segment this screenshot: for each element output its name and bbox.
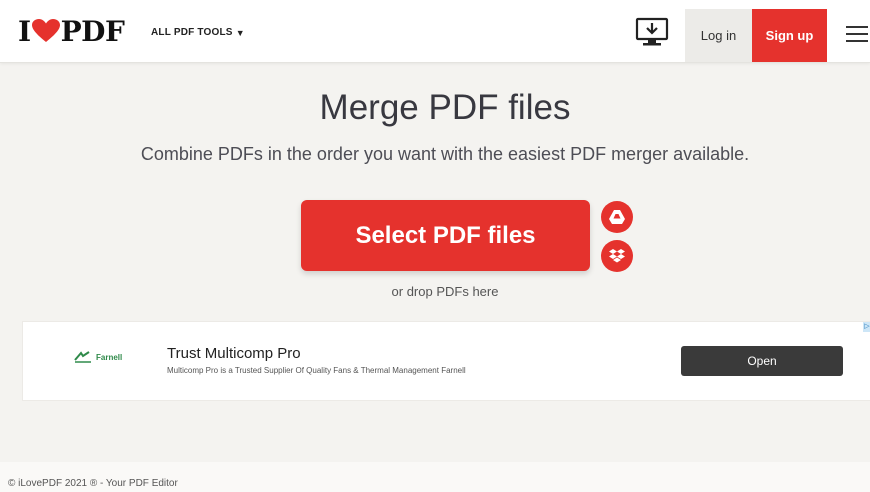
farnell-logo-icon [74, 351, 91, 363]
heart-icon [31, 19, 60, 42]
ad-open-label: Open [747, 354, 777, 368]
dropbox-button[interactable] [601, 240, 633, 272]
ad-title[interactable]: Trust Multicomp Pro [167, 345, 301, 362]
logo-word: PDF [60, 14, 125, 48]
ad-open-button[interactable]: Open [681, 346, 843, 376]
select-pdf-files-label: Select PDF files [355, 221, 536, 249]
signup-button[interactable]: Sign up [752, 9, 827, 62]
login-label: Log in [700, 28, 737, 43]
hamburger-menu-icon[interactable] [846, 26, 868, 42]
desktop-download-icon[interactable] [635, 17, 669, 47]
page-title: Merge PDF files [319, 88, 571, 127]
all-pdf-tools-menu[interactable]: ALL PDF TOOLS ▼ [151, 27, 245, 38]
signup-label: Sign up [765, 28, 814, 43]
advertisement-banner[interactable]: Farnell Trust Multicomp Pro Multicomp Pr… [22, 321, 870, 401]
google-drive-button[interactable] [601, 201, 633, 233]
select-pdf-files-button[interactable]: Select PDF files [301, 200, 590, 271]
caret-down-icon: ▼ [235, 27, 245, 38]
login-button[interactable]: Log in [685, 9, 752, 62]
google-drive-icon [609, 210, 625, 224]
ad-description: Multicomp Pro is a Trusted Supplier Of Q… [167, 366, 466, 375]
farnell-logo: Farnell [73, 350, 122, 364]
adchoices-icon[interactable]: ▷ [863, 322, 870, 332]
logo-letter: I [18, 14, 31, 48]
top-navbar: I PDF ALL PDF TOOLS ▼ Log in Sign up [0, 0, 870, 63]
footer-copyright: © iLovePDF 2021 ® - Your PDF Editor [8, 478, 178, 489]
all-pdf-tools-label: ALL PDF TOOLS [151, 27, 233, 38]
farnell-brand: Farnell [96, 352, 123, 362]
ilovepdf-logo[interactable]: I PDF [18, 14, 125, 48]
page-subtitle: Combine PDFs in the order you want with … [140, 144, 750, 164]
drop-hint-text: or drop PDFs here [391, 284, 499, 299]
dropbox-icon [609, 249, 625, 263]
